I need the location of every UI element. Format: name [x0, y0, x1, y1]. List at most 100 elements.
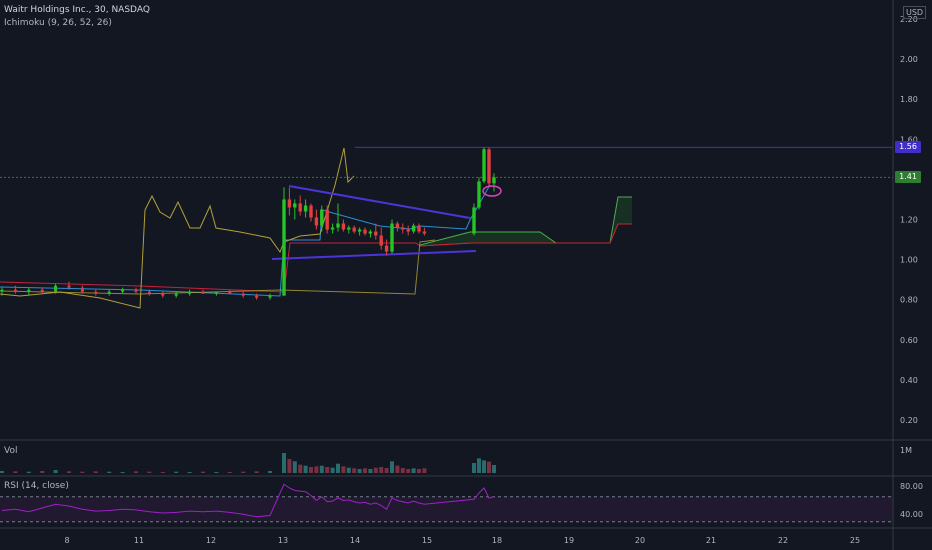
candle-body	[314, 217, 319, 226]
volume-bar	[241, 471, 246, 473]
volume-bar	[352, 468, 357, 473]
y-tick-label: 0.20	[900, 416, 918, 425]
volume-bar	[357, 469, 362, 473]
candle-body	[336, 223, 340, 228]
volume-bar	[287, 459, 292, 473]
rsi-band	[0, 496, 893, 522]
candle-body	[341, 223, 346, 230]
volume-bar	[53, 470, 58, 473]
candle-body	[384, 245, 389, 252]
chart-title: Waitr Holdings Inc., 30, NASDAQ	[4, 5, 150, 15]
candle-body	[417, 225, 421, 232]
candle-body	[411, 225, 416, 232]
rsi-label: RSI (14, close)	[4, 481, 69, 491]
price-axis[interactable]: 2.202.001.801.601.401.201.000.800.600.40…	[900, 15, 918, 425]
candle-body	[422, 231, 427, 234]
candle-body	[303, 205, 308, 212]
volume-bar	[292, 461, 297, 473]
candle-body	[492, 177, 496, 184]
volume-bar	[314, 466, 319, 473]
candle-body	[255, 295, 259, 298]
volume-bar	[472, 463, 476, 473]
volume-bar	[482, 460, 486, 473]
candle-body	[0, 289, 4, 292]
volume-bar	[134, 471, 138, 473]
candle-body	[325, 209, 329, 230]
volume-axis-tick: 1M	[900, 446, 912, 455]
candle-body	[27, 289, 31, 292]
volume-bar	[346, 467, 351, 473]
candle-body	[368, 231, 373, 234]
volume-bar	[214, 472, 219, 473]
x-tick-label: 20	[635, 536, 645, 545]
volume-bar	[147, 471, 152, 473]
currency-label[interactable]: USD	[903, 6, 927, 19]
candle-body	[287, 199, 292, 208]
volume-bar	[187, 472, 192, 473]
volume-bar	[67, 471, 71, 473]
candle-body	[174, 293, 178, 296]
volume-bar	[120, 472, 125, 473]
volume-bar	[201, 471, 205, 473]
volume-bar	[477, 458, 481, 473]
x-tick-label: 11	[134, 536, 144, 545]
volume-bar	[227, 472, 232, 473]
x-tick-label: 22	[778, 536, 788, 545]
candle-body	[67, 285, 71, 288]
candle-body	[214, 291, 218, 294]
volume-bar	[384, 468, 389, 473]
y-tick-label: 0.60	[900, 336, 918, 345]
volume-bar	[406, 469, 411, 473]
volume-bar	[26, 471, 31, 473]
volume-bar	[492, 465, 496, 473]
x-tick-label: 14	[350, 536, 360, 545]
volume-bar	[325, 467, 330, 473]
volume-bar	[268, 471, 272, 473]
volume-bar	[395, 465, 400, 473]
volume-bar	[373, 467, 378, 473]
candle-body	[282, 199, 286, 296]
x-tick-label: 19	[564, 536, 574, 545]
time-axis[interactable]: 8 11 12 13 14 15 18 19 20 21 22 25	[64, 536, 860, 545]
volume-pane	[0, 453, 496, 473]
lower-trendline	[271, 250, 477, 260]
kijun-sen	[0, 242, 473, 293]
volume-bar	[336, 463, 340, 473]
chikou-span-prior	[0, 239, 436, 295]
candle-body	[357, 229, 362, 232]
x-tick-label: 8	[64, 536, 69, 545]
candle-body	[241, 293, 245, 296]
y-tick-label: 1.20	[900, 216, 918, 225]
ichimoku-cloud-area	[420, 197, 632, 246]
ichimoku-lines	[0, 147, 491, 309]
candle-body	[161, 293, 165, 296]
volume-bar	[330, 467, 335, 473]
volume-bar	[487, 461, 491, 473]
candle-body	[374, 231, 378, 236]
candle-body	[298, 203, 302, 212]
candle-body	[201, 291, 205, 294]
candle-body	[13, 289, 17, 292]
candle-body	[320, 209, 324, 226]
volume-bar	[174, 471, 179, 473]
candle-body	[107, 291, 111, 294]
volume-bar	[417, 469, 421, 473]
candle-body	[147, 291, 151, 294]
candle-body	[379, 235, 383, 246]
volume-label: Vol	[4, 446, 18, 456]
x-tick-label: 25	[850, 536, 860, 545]
x-tick-label: 13	[278, 536, 288, 545]
volume-bar	[363, 468, 367, 473]
rsi-tick-40: 40.00	[900, 510, 923, 519]
trendlines	[271, 185, 477, 260]
volume-bar	[368, 469, 373, 473]
candle-body	[330, 227, 335, 230]
volume-bar	[390, 461, 394, 473]
volume-bar	[298, 464, 303, 473]
price-chart[interactable]: 2.202.001.801.601.401.201.000.800.600.40…	[0, 0, 932, 550]
rsi-tick-80: 80.00	[900, 482, 923, 491]
y-tick-label: 1.80	[900, 95, 918, 104]
volume-bar	[341, 466, 346, 473]
volume-bar	[107, 471, 112, 473]
candle-body	[228, 291, 232, 294]
